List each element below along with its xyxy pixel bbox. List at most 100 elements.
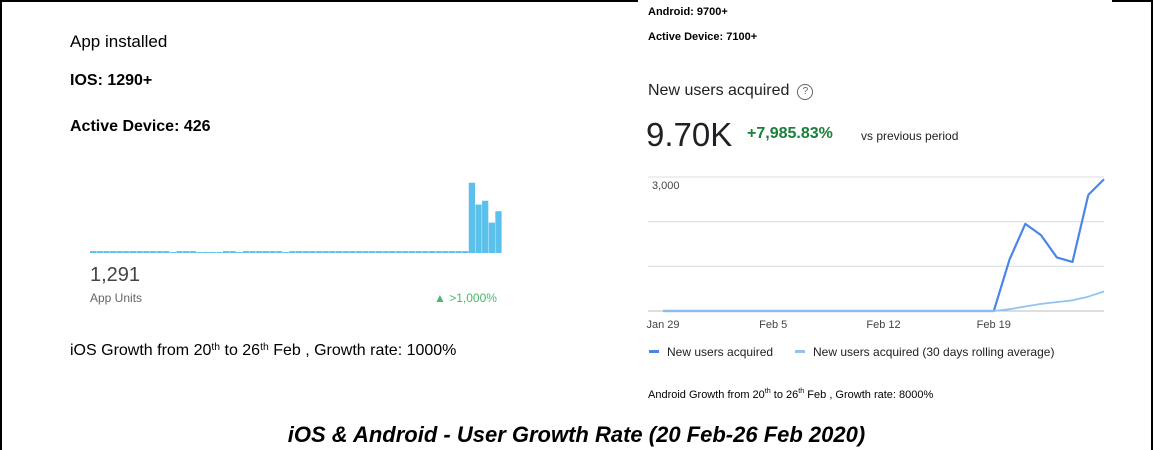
- ios-bar: [488, 222, 495, 253]
- ios-bar: [296, 251, 303, 253]
- ios-change-indicator: ▲ >1,000%: [434, 291, 497, 305]
- ios-bar: [156, 251, 163, 253]
- ios-bar: [242, 251, 250, 253]
- ios-bar: [209, 252, 216, 253]
- ios-bar: [362, 251, 369, 253]
- ios-bar: [269, 251, 276, 253]
- ios-bar: [389, 251, 396, 253]
- series-line-2-tail: [1087, 290, 1105, 298]
- ios-bar: [422, 251, 429, 253]
- ios-bar: [428, 251, 436, 253]
- ios-bar: [96, 251, 103, 253]
- ios-bar: [183, 251, 190, 253]
- ios-bar: [169, 252, 176, 253]
- ios-bar: [382, 251, 389, 253]
- ios-bar: [408, 251, 416, 253]
- ios-bar: [349, 251, 356, 253]
- ios-bar: [176, 251, 183, 253]
- ios-bar: [282, 252, 289, 253]
- ios-bar: [495, 211, 502, 253]
- ios-bar: [116, 251, 123, 253]
- ios-bar: [415, 251, 422, 253]
- ios-bar: [103, 251, 110, 253]
- ios-bar-chart: [90, 182, 502, 253]
- ios-bar: [222, 251, 230, 253]
- ios-growth-sup2: th: [260, 342, 269, 353]
- ios-bar: [309, 251, 316, 253]
- ios-bar: [256, 251, 263, 253]
- android-change-suffix: vs previous period: [861, 129, 959, 143]
- ios-bar: [402, 251, 409, 253]
- android-big-value: 9.70K: [646, 116, 733, 153]
- x-tick-label: Jan 29: [646, 319, 679, 331]
- ios-metric-label: App Units: [90, 291, 143, 305]
- ios-bar: [216, 252, 223, 253]
- charts-canvas: 3,000 Jan 29 Feb 5 Feb 12 Feb 19: [90, 176, 1105, 331]
- ios-bar: [442, 251, 449, 253]
- ios-bar: [189, 251, 196, 253]
- ios-bar: [329, 251, 336, 253]
- ios-bar: [369, 251, 376, 253]
- ios-bar: [249, 251, 256, 253]
- ios-bar: [475, 204, 482, 253]
- ios-growth-text: iOS Growth from 20th to 26th Feb , Growt…: [70, 342, 456, 360]
- android-active-device-label: Active Device: 7100+: [648, 31, 758, 43]
- ios-bar: [375, 251, 382, 253]
- y-tick-label: 3,000: [652, 180, 680, 192]
- ios-bar: [129, 251, 137, 253]
- ios-bar: [136, 251, 143, 253]
- android-metric-title: New users acquired?: [648, 82, 814, 100]
- ios-bar: [448, 251, 456, 253]
- android-metric-label: New users acquired: [648, 82, 790, 99]
- ios-bar: [109, 251, 117, 253]
- ios-bar: [342, 251, 349, 253]
- ios-bar: [455, 251, 462, 253]
- ios-bar: [149, 251, 157, 253]
- ios-bar: [196, 252, 203, 253]
- ios-bar: [315, 251, 323, 253]
- ios-bar: [123, 251, 130, 253]
- android-change-percent: +7,985.83%: [747, 125, 833, 142]
- android-growth-pre: Android Growth from 20: [648, 389, 765, 401]
- ios-growth-pre: iOS Growth from 20: [70, 342, 212, 359]
- ios-bar: [236, 252, 243, 253]
- ios-growth-sup1: th: [211, 342, 221, 353]
- android-growth-post: Feb , Growth rate: 8000%: [804, 389, 934, 401]
- legend-label-series-2: New users acquired (30 days rolling aver…: [813, 345, 1055, 359]
- ios-bar: [335, 251, 343, 253]
- ios-bar: [202, 252, 210, 253]
- android-growth-text: Android Growth from 20th to 26th Feb , G…: [648, 387, 934, 401]
- ios-bar: [395, 251, 402, 253]
- x-tick-label: Feb 19: [977, 319, 1011, 331]
- ios-metric-value: 1,291: [90, 264, 141, 286]
- help-icon[interactable]: ?: [797, 84, 814, 100]
- series-line-1-tail: [1087, 178, 1105, 196]
- legend-swatch-series-2: [795, 350, 805, 353]
- ios-bar: [462, 251, 469, 253]
- ios-bar: [163, 251, 170, 253]
- ios-bar: [468, 182, 476, 253]
- ios-bar: [262, 251, 270, 253]
- ios-bar: [276, 251, 283, 253]
- x-tick-label: Feb 5: [759, 319, 787, 331]
- ios-growth-mid: to 26: [220, 342, 261, 359]
- android-line-chart: 3,000 Jan 29 Feb 5 Feb 12 Feb 19: [646, 176, 1105, 331]
- legend-swatch-series-1: [649, 350, 659, 353]
- ios-growth-post: Feb , Growth rate: 1000%: [268, 342, 457, 359]
- series-line-1: [663, 194, 1090, 313]
- ios-bar: [289, 251, 296, 253]
- ios-bar: [482, 200, 489, 253]
- ios-bar: [143, 251, 150, 253]
- series-line-2: [663, 295, 1089, 312]
- figure-caption: iOS & Android - User Growth Rate (20 Feb…: [287, 422, 866, 447]
- legend-label-series-1: New users acquired: [667, 345, 774, 359]
- x-tick-label: Feb 12: [866, 319, 900, 331]
- ios-bar: [355, 251, 363, 253]
- legend-item-series-2: New users acquired (30 days rolling aver…: [795, 345, 1054, 359]
- ios-bar: [322, 251, 329, 253]
- legend-item-series-1: New users acquired: [649, 345, 773, 359]
- android-count-label: Android: 9700+: [648, 6, 728, 18]
- ios-bar: [302, 251, 309, 253]
- ios-bar: [229, 251, 236, 253]
- ios-bar: [435, 251, 442, 253]
